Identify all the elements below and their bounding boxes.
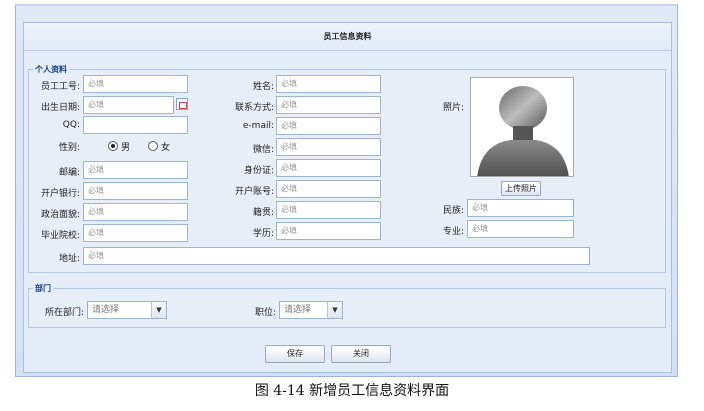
wechat-input[interactable]: 必填 [276,138,381,156]
emp-no-input[interactable]: 必填 [83,75,188,93]
bank-input[interactable]: 必填 [83,182,188,200]
position-label: 职位: [254,308,276,318]
photo-label: 照片: [442,103,464,113]
postcode-label: 邮编: [58,168,80,178]
ethnicity-label: 民族: [442,206,464,216]
native-input[interactable]: 必填 [276,201,381,219]
address-label: 地址: [58,254,80,264]
birth-date-input[interactable]: 必填 [83,96,174,114]
photo-placeholder [470,77,574,177]
figure-caption: 图 4-14 新增员工信息资料界面 [254,383,450,399]
major-label: 专业: [442,227,464,237]
qq-input[interactable] [83,116,188,134]
major-input[interactable]: 必填 [467,220,574,238]
ethnicity-input[interactable]: 必填 [467,199,574,217]
address-input[interactable]: 必填 [83,247,590,265]
emp-no-label: 员工工号: [40,82,80,92]
birth-date-label: 出生日期: [40,103,80,113]
personal-info-legend: 个人资料 [33,64,69,75]
education-label: 学历: [252,229,274,239]
gender-male-label: 男 [121,143,131,153]
id-card-input[interactable]: 必填 [276,159,381,177]
politics-input[interactable]: 必填 [83,203,188,221]
calendar-icon[interactable] [176,98,188,110]
gender-label: 性别: [58,143,80,153]
position-select-value: 请选择 [284,305,312,315]
dept-select[interactable]: 请选择 ▼ [87,301,167,319]
dialog-window: 员工信息资料 个人资料 员工工号: 必填 出生日期: 必填 QQ: 性别: 男 … [15,4,678,377]
politics-label: 政治面貌: [40,210,80,220]
name-label: 姓名: [252,82,274,92]
name-input[interactable]: 必填 [276,75,381,93]
chevron-down-icon[interactable]: ▼ [327,302,342,318]
id-card-label: 身份证: [243,166,274,176]
education-input[interactable]: 必填 [276,222,381,240]
wechat-label: 微信: [252,145,274,155]
panel-title: 员工信息资料 [24,23,671,51]
school-label: 毕业院校: [40,231,80,241]
avatar-silhouette-icon [477,86,569,176]
close-button[interactable]: 关闭 [331,345,391,363]
gender-male-radio[interactable] [108,141,118,151]
account-input[interactable]: 必填 [276,180,381,198]
save-button[interactable]: 保存 [265,345,325,363]
upload-photo-button[interactable]: 上传照片 [501,181,541,196]
email-label: e-mail: [242,121,274,131]
dept-label: 所在部门: [44,308,84,318]
bank-label: 开户银行: [40,189,80,199]
position-select[interactable]: 请选择 ▼ [279,301,343,319]
dept-select-value: 请选择 [92,305,120,315]
gender-female-label: 女 [161,143,171,153]
school-input[interactable]: 必填 [83,224,188,242]
postcode-input[interactable]: 必填 [83,161,188,179]
department-legend: 部门 [33,283,53,294]
contact-input[interactable]: 必填 [276,96,381,114]
chevron-down-icon[interactable]: ▼ [151,302,166,318]
employee-form-panel: 员工信息资料 个人资料 员工工号: 必填 出生日期: 必填 QQ: 性别: 男 … [23,22,672,373]
gender-female-radio[interactable] [148,141,158,151]
contact-label: 联系方式: [234,103,274,113]
qq-label: QQ: [62,120,80,130]
account-label: 开户账号: [234,187,274,197]
native-label: 籍贯: [252,208,274,218]
email-input[interactable]: 必填 [276,117,381,135]
